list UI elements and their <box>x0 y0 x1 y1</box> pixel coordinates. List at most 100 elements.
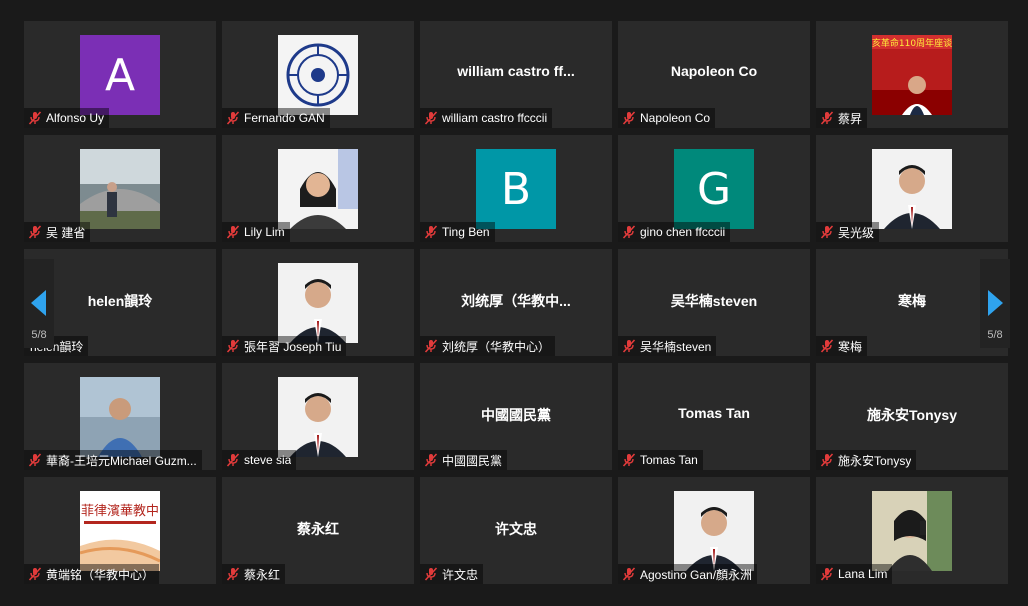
participant-display-name: 刘统厚（华教中... <box>461 293 571 309</box>
participant-tile[interactable]: Tomas Tan Tomas Tan <box>618 363 810 470</box>
participant-name: 吴光级 <box>838 225 875 240</box>
next-page-button[interactable]: 5/8 <box>980 259 1010 348</box>
participant-name-label: 中國國民黨 <box>420 450 508 470</box>
muted-mic-icon <box>28 567 42 581</box>
participant-display-name: 许文忠 <box>495 521 537 537</box>
muted-mic-icon <box>622 339 636 353</box>
participant-name-label: 寒梅 <box>816 336 868 356</box>
participant-name: william castro ffcccii <box>442 111 548 125</box>
muted-mic-icon <box>28 111 42 125</box>
participant-name-label: Tomas Tan <box>618 450 703 470</box>
participant-tile[interactable]: 華裔-王培元Michael Guzm... <box>24 363 216 470</box>
participant-video: 菲律濱華教中 <box>80 491 160 571</box>
participant-tile[interactable]: Lana Lim <box>816 477 1008 584</box>
participant-name: 蔡昇 <box>838 111 863 126</box>
participant-video <box>278 35 358 115</box>
participant-name: 刘统厚（华教中心） <box>442 339 551 354</box>
participant-name: Tomas Tan <box>640 453 698 467</box>
participant-name-label: 張年習 Joseph Tiu <box>222 336 347 356</box>
participant-name-label: 華裔-王培元Michael Guzm... <box>24 450 202 470</box>
participant-name: 吴华楠steven <box>640 339 712 354</box>
participant-tile[interactable]: 中國國民黨 中國國民黨 <box>420 363 612 470</box>
participant-tile[interactable]: 張年習 Joseph Tiu <box>222 249 414 356</box>
participant-name-label: 施永安Tonysy <box>816 450 917 470</box>
participant-name: 许文忠 <box>442 567 479 582</box>
participant-tile[interactable]: 吴光级 <box>816 135 1008 242</box>
participant-tile[interactable]: Napoleon Co Napoleon Co <box>618 21 810 128</box>
participant-name: Ting Ben <box>442 225 490 239</box>
muted-mic-icon <box>622 111 636 125</box>
participant-display-name: Tomas Tan <box>678 405 750 421</box>
participant-name: 張年習 Joseph Tiu <box>244 339 342 354</box>
participant-tile[interactable]: 刘统厚（华教中... 刘统厚（华教中心） <box>420 249 612 356</box>
muted-mic-icon <box>226 225 240 239</box>
participant-name: Agostino Gan/顏永洲 <box>640 567 753 582</box>
muted-mic-icon <box>424 567 438 581</box>
muted-mic-icon <box>820 567 834 581</box>
participant-tile[interactable]: 辛亥革命110周年座谈会蔡昇 <box>816 21 1008 128</box>
participant-name-label: Ting Ben <box>420 222 495 242</box>
participant-display-name: william castro ff... <box>457 63 575 79</box>
page-indicator-right: 5/8 <box>987 329 1003 341</box>
participant-tile[interactable]: Lily Lim <box>222 135 414 242</box>
participant-name-label: 蔡昇 <box>816 108 868 128</box>
participant-name: gino chen ffcccii <box>640 225 726 239</box>
participant-display-name: 中國國民黨 <box>481 407 551 423</box>
participant-tile[interactable]: steve sia <box>222 363 414 470</box>
muted-mic-icon <box>820 453 834 467</box>
logo-text: 菲律濱華教中 <box>81 503 159 519</box>
participant-tile[interactable]: B Ting Ben <box>420 135 612 242</box>
previous-page-button[interactable]: 5/8 <box>24 259 54 348</box>
muted-mic-icon <box>424 339 438 353</box>
participant-tile[interactable]: 菲律濱華教中黄端铭（华教中心） <box>24 477 216 584</box>
participant-tile[interactable]: 吴华楠steven 吴华楠steven <box>618 249 810 356</box>
muted-mic-icon <box>424 453 438 467</box>
page-indicator-left: 5/8 <box>31 329 47 341</box>
muted-mic-icon <box>622 225 636 239</box>
participant-video <box>278 263 358 343</box>
muted-mic-icon <box>226 111 240 125</box>
participant-name: 黄端铭（华教中心） <box>46 567 155 582</box>
participant-name-label: 许文忠 <box>420 564 484 584</box>
participant-avatar: B <box>476 149 556 229</box>
participant-name: 蔡永红 <box>244 567 281 582</box>
participant-name-label: 黄端铭（华教中心） <box>24 564 160 584</box>
muted-mic-icon <box>820 339 834 353</box>
participant-tile[interactable]: Ggino chen ffcccii <box>618 135 810 242</box>
participant-name: Fernando GAN <box>244 111 325 125</box>
participant-tile[interactable]: 吴 建省 <box>24 135 216 242</box>
participant-tile[interactable]: Agostino Gan/顏永洲 <box>618 477 810 584</box>
participant-tile[interactable]: 蔡永红 蔡永红 <box>222 477 414 584</box>
participant-display-name: 施永安Tonysy <box>867 407 957 423</box>
avatar-initial: A <box>80 35 160 115</box>
muted-mic-icon <box>424 111 438 125</box>
arrow-left-icon <box>31 290 46 316</box>
participant-name-label: Fernando GAN <box>222 108 330 128</box>
participant-name: Napoleon Co <box>640 111 711 125</box>
participant-tile[interactable]: 施永安Tonysy 施永安Tonysy <box>816 363 1008 470</box>
muted-mic-icon <box>622 567 636 581</box>
muted-mic-icon <box>622 453 636 467</box>
muted-mic-icon <box>226 567 240 581</box>
participant-name-label: gino chen ffcccii <box>618 222 731 242</box>
participant-tile[interactable]: 许文忠 许文忠 <box>420 477 612 584</box>
muted-mic-icon <box>424 225 438 239</box>
participant-name-label: 吴 建省 <box>24 222 91 242</box>
participant-avatar: A <box>80 35 160 115</box>
participant-tile[interactable]: A Alfonso Uy <box>24 21 216 128</box>
avatar-initial: G <box>674 149 754 229</box>
participant-name: Lily Lim <box>244 225 285 239</box>
participant-name: 寒梅 <box>838 339 863 354</box>
participant-tile[interactable]: william castro ff... william castro ffccc… <box>420 21 612 128</box>
avatar-initial: B <box>476 149 556 229</box>
participant-grid: A Alfonso Uy Fernando GAN william castro ff… <box>24 21 1010 587</box>
participant-display-name: Napoleon Co <box>670 63 758 79</box>
muted-mic-icon <box>226 339 240 353</box>
muted-mic-icon <box>820 111 834 125</box>
participant-video <box>872 149 952 229</box>
participant-avatar: G <box>674 149 754 229</box>
participant-name-label: 刘统厚（华教中心） <box>420 336 556 356</box>
participant-name: Alfonso Uy <box>46 111 105 125</box>
participant-tile[interactable]: Fernando GAN <box>222 21 414 128</box>
participant-video: 辛亥革命110周年座谈会 <box>872 35 952 115</box>
